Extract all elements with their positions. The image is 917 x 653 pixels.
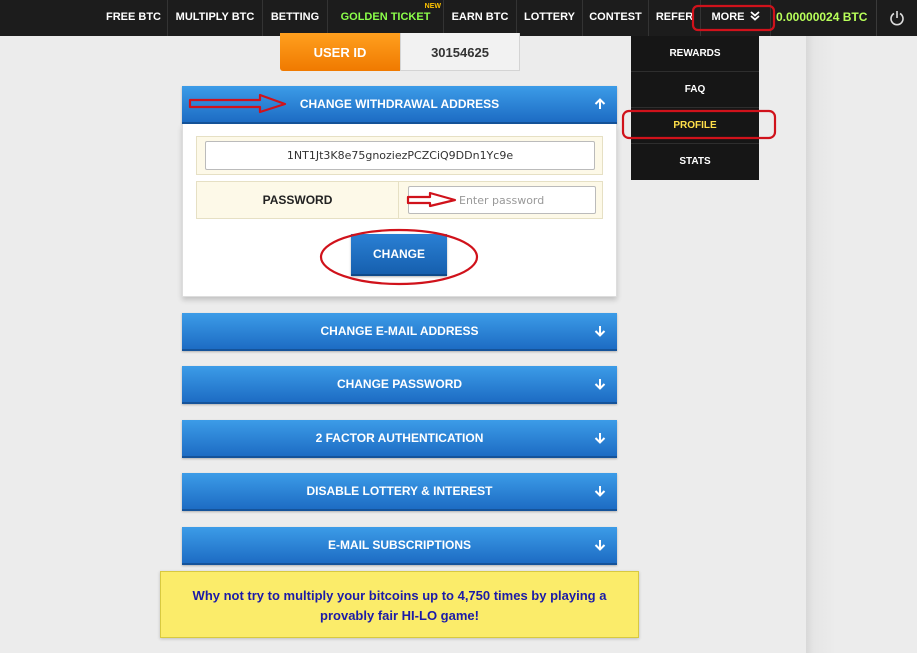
nav-more-label: MORE bbox=[711, 11, 745, 23]
disable-lottery-title: DISABLE LOTTERY & INTEREST bbox=[306, 484, 493, 498]
btc-balance: 0.00000024 BTC bbox=[776, 10, 868, 24]
address-row: 1NT1Jt3K8e75gnoziezPCZCiQ9DDn1Yc9e bbox=[196, 136, 603, 175]
arrow-down-icon bbox=[594, 379, 606, 390]
nav-refer[interactable]: REFER bbox=[649, 0, 701, 36]
change-email-title: CHANGE E-MAIL ADDRESS bbox=[320, 324, 479, 338]
change-button[interactable]: CHANGE bbox=[351, 234, 447, 276]
hi-lo-promo-banner[interactable]: Why not try to multiply your bitcoins up… bbox=[160, 571, 639, 638]
user-id-label: USER ID bbox=[280, 33, 400, 71]
arrow-down-icon bbox=[594, 486, 606, 497]
arrow-up-icon bbox=[594, 98, 606, 109]
nav-golden-ticket-label: GOLDEN TICKET bbox=[340, 11, 431, 23]
change-email-header[interactable]: CHANGE E-MAIL ADDRESS bbox=[182, 313, 617, 351]
page-side-shadow bbox=[806, 36, 917, 653]
double-chevron-down-icon bbox=[749, 11, 760, 21]
email-subscriptions-header[interactable]: E-MAIL SUBSCRIPTIONS bbox=[182, 527, 617, 565]
password-input[interactable] bbox=[408, 186, 596, 214]
nav-free-btc[interactable]: FREE BTC bbox=[100, 0, 168, 36]
two-factor-title: 2 FACTOR AUTHENTICATION bbox=[315, 431, 484, 445]
withdrawal-address-panel: 1NT1Jt3K8e75gnoziezPCZCiQ9DDn1Yc9e PASSW… bbox=[182, 124, 617, 297]
logout-button[interactable] bbox=[876, 0, 917, 36]
arrow-down-icon bbox=[594, 540, 606, 551]
change-password-header[interactable]: CHANGE PASSWORD bbox=[182, 366, 617, 404]
withdrawal-address-field[interactable]: 1NT1Jt3K8e75gnoziezPCZCiQ9DDn1Yc9e bbox=[205, 141, 595, 170]
password-row: PASSWORD bbox=[196, 181, 603, 219]
new-badge: NEW bbox=[424, 3, 441, 10]
nav-multiply-btc[interactable]: MULTIPLY BTC bbox=[168, 0, 263, 36]
more-dropdown-menu: REWARDS FAQ PROFILE STATS bbox=[631, 36, 759, 180]
nav-betting[interactable]: BETTING bbox=[263, 0, 328, 36]
menu-item-profile[interactable]: PROFILE bbox=[631, 108, 759, 144]
top-navigation: FREE BTC MULTIPLY BTC BETTING GOLDEN TIC… bbox=[0, 0, 917, 36]
withdrawal-address-title: CHANGE WITHDRAWAL ADDRESS bbox=[299, 97, 500, 111]
user-id-value: 30154625 bbox=[400, 33, 520, 71]
withdrawal-address-header[interactable]: CHANGE WITHDRAWAL ADDRESS bbox=[182, 86, 617, 124]
menu-item-faq[interactable]: FAQ bbox=[631, 72, 759, 108]
nav-contest[interactable]: CONTEST bbox=[583, 0, 649, 36]
power-icon bbox=[890, 11, 904, 26]
nav-more[interactable]: MORE bbox=[701, 0, 771, 36]
menu-item-stats[interactable]: STATS bbox=[631, 144, 759, 180]
arrow-down-icon bbox=[594, 326, 606, 337]
disable-lottery-header[interactable]: DISABLE LOTTERY & INTEREST bbox=[182, 473, 617, 511]
arrow-down-icon bbox=[594, 433, 606, 444]
email-subscriptions-title: E-MAIL SUBSCRIPTIONS bbox=[327, 538, 472, 552]
two-factor-header[interactable]: 2 FACTOR AUTHENTICATION bbox=[182, 420, 617, 458]
nav-lottery[interactable]: LOTTERY bbox=[517, 0, 583, 36]
password-label: PASSWORD bbox=[197, 182, 399, 218]
change-password-title: CHANGE PASSWORD bbox=[336, 377, 463, 391]
nav-golden-ticket[interactable]: GOLDEN TICKET NEW bbox=[328, 0, 444, 36]
menu-item-rewards[interactable]: REWARDS bbox=[631, 36, 759, 72]
nav-earn-btc[interactable]: EARN BTC bbox=[444, 0, 517, 36]
